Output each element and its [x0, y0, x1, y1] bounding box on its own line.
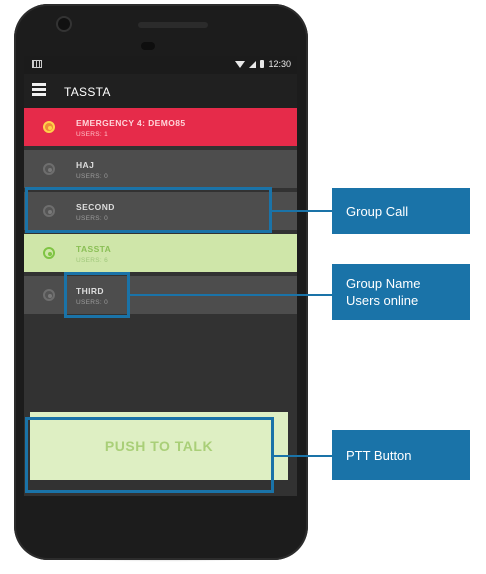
callout-users-online-text: Users online [346, 293, 419, 308]
notification-icon [32, 60, 42, 68]
battery-icon [260, 60, 265, 68]
group-item-tassta[interactable]: TASSTA USERS: 6 [24, 234, 297, 272]
callout-group-call-text: Group Call [346, 203, 409, 219]
proximity-sensor [141, 42, 155, 50]
group-status-icon [43, 289, 55, 301]
callout-ptt-button-text: PTT Button [346, 447, 412, 463]
app-title: TASSTA [64, 85, 111, 99]
group-status-icon [43, 247, 55, 259]
group-call-connector [272, 210, 332, 212]
callout-ptt-button: PTT Button [332, 430, 470, 480]
status-bar: 12:30 [24, 56, 297, 74]
group-item-haj[interactable]: HAJ USERS: 0 [24, 150, 297, 188]
status-time: 12:30 [268, 59, 291, 69]
earpiece-speaker [138, 22, 208, 28]
group-name: EMERGENCY 4: DEMO85 [76, 118, 186, 128]
callout-group-name-text: Group Name [346, 276, 421, 291]
group-call-highlight [25, 187, 272, 233]
group-name: HAJ [76, 160, 95, 170]
callout-group-call: Group Call [332, 188, 470, 234]
signal-icon [249, 60, 257, 68]
front-camera-icon [58, 18, 70, 30]
group-name: TASSTA [76, 244, 112, 254]
group-status-icon [43, 121, 55, 133]
app-bar: TASSTA [24, 74, 297, 108]
hamburger-menu-icon[interactable] [32, 83, 46, 97]
ptt-button-highlight [25, 417, 274, 493]
group-users: USERS: 6 [76, 257, 109, 264]
group-users: USERS: 0 [76, 173, 109, 180]
group-users: USERS: 1 [76, 131, 109, 138]
wifi-icon [235, 60, 246, 68]
group-name-highlight [64, 272, 130, 318]
group-name-connector [130, 294, 332, 296]
ptt-button-connector [274, 455, 332, 457]
callout-group-name: Group Name Users online [332, 264, 470, 320]
group-item-emergency[interactable]: EMERGENCY 4: DEMO85 USERS: 1 [24, 108, 297, 146]
group-status-icon [43, 163, 55, 175]
